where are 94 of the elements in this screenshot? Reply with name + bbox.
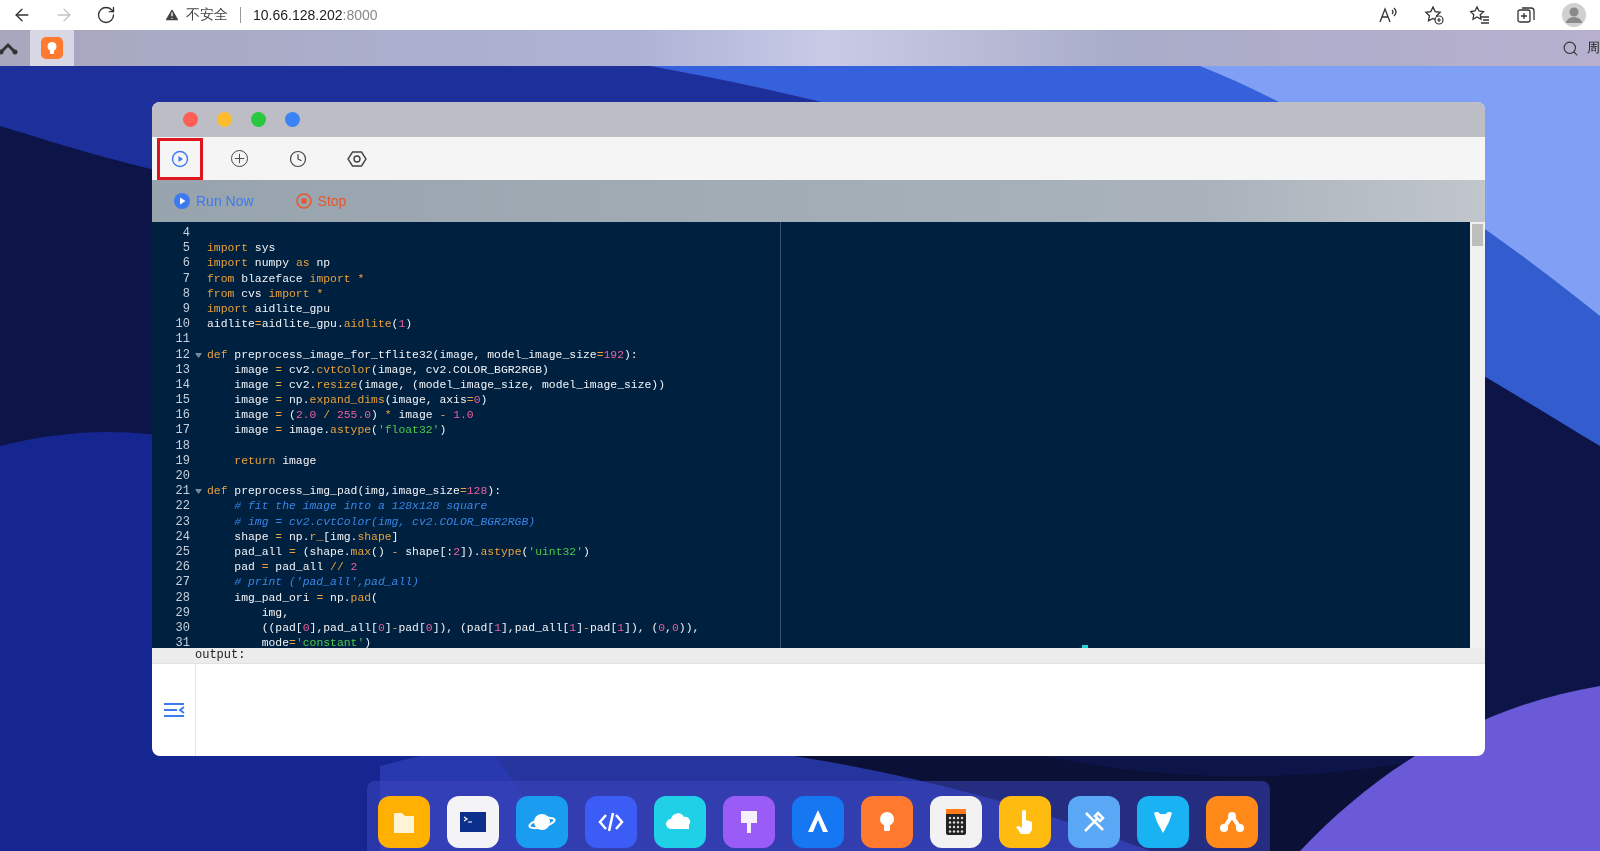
line-number: 4 (181, 226, 191, 242)
collapse-menu-icon[interactable] (162, 702, 185, 718)
line-number: 16 (174, 408, 191, 424)
app-logo-icon (0, 41, 18, 55)
scrollbar[interactable] (1470, 222, 1485, 648)
add-favorite-button[interactable] (1424, 5, 1444, 25)
line-number: 31 (174, 636, 191, 648)
code-line: aidlite=aidlite_gpu.aidlite(1) (207, 317, 413, 333)
code-editor[interactable] (152, 222, 1485, 648)
clock-icon (289, 149, 307, 168)
line-number: 8 (181, 286, 191, 302)
code-line: # img = cv2.cvtColor(img, cv2.COLOR_BGR2RGB) (233, 514, 536, 530)
app-icon[interactable] (1206, 796, 1258, 848)
line-number: 6 (181, 256, 191, 272)
code-line: pad_all = (shape.max() - shape[:2]).astype('uint32') (233, 544, 590, 560)
profile-avatar[interactable] (1562, 3, 1586, 27)
line-number: 17 (174, 423, 191, 439)
play-icon (174, 193, 190, 209)
line-number: 18 (174, 438, 191, 454)
browser-tab[interactable] (30, 30, 74, 66)
line-number: 26 (174, 560, 191, 576)
line-number: 11 (174, 332, 191, 348)
code-line: image = (2.0 / 255.0) * image - 1.0 (233, 408, 474, 424)
code-line: pad = pad_all // 2 (233, 560, 358, 576)
app-icon[interactable] (447, 796, 499, 848)
code-line: from cvs import * (207, 286, 324, 302)
line-number: 15 (174, 393, 191, 409)
code-line: def preprocess_image_for_tflite32(image, model_image_size=192): (207, 347, 638, 363)
app-icon[interactable] (585, 796, 637, 848)
code-line: shape = np.r_[img.shape] (233, 529, 399, 545)
line-number: 14 (174, 377, 191, 394)
line-number: 23 (174, 514, 191, 530)
line-number: 22 (174, 499, 191, 515)
code-line: image = cv2.cvtColor(image, cv2.COLOR_BGR2RGB) (233, 362, 549, 378)
run-tab[interactable] (157, 137, 203, 180)
line-number: 10 (174, 317, 191, 333)
app-icon[interactable] (999, 796, 1051, 848)
security-label: 不安全 (186, 6, 228, 24)
code-line: # print ('pad_all',pad_all) (233, 575, 419, 591)
code-line: import sys (207, 241, 276, 257)
output-label: output: (195, 648, 246, 663)
line-number: 24 (174, 529, 191, 545)
code-line: # fit the image into a 128x128 square (233, 499, 488, 515)
code-line: mode='constant') (260, 636, 372, 648)
code-line: ((pad[0],pad_all[0]-pad[0]), (pad[1],pad_all[1]-pad[1]), (0,0)), (260, 620, 700, 636)
settings-icon (347, 149, 367, 168)
line-number: 20 (174, 469, 191, 485)
reload-icon (96, 5, 116, 25)
run-now-button[interactable]: Run Now (174, 193, 254, 209)
warning-icon (164, 7, 180, 23)
code-line: image = np.expand_dims(image, axis=0) (233, 393, 488, 409)
search-icon[interactable] (1562, 39, 1579, 57)
line-number: 30 (174, 620, 191, 637)
collections-button[interactable] (1516, 5, 1536, 25)
app-icon[interactable] (1137, 796, 1189, 848)
play-icon (171, 149, 189, 168)
line-number: 7 (181, 271, 191, 287)
line-number: 28 (174, 590, 191, 606)
app-icon[interactable] (792, 796, 844, 848)
favorites-button[interactable] (1470, 5, 1490, 25)
code-line: image = cv2.resize(image, (model_image_size, model_image_size)) (233, 377, 665, 393)
line-number: 29 (174, 605, 191, 621)
app-icon[interactable] (516, 796, 568, 848)
line-number: 21 (152, 484, 204, 500)
code-line: import numpy as np (207, 256, 331, 272)
app-icon[interactable] (1068, 796, 1120, 848)
code-line: img_pad_ori = np.pad( (233, 590, 378, 606)
line-number: 5 (181, 241, 191, 257)
code-line: import aidlite_gpu (207, 301, 331, 317)
url-text: 10.66.128.202:8000 (253, 7, 378, 23)
app-icon[interactable] (723, 796, 775, 848)
code-line: img, (260, 605, 290, 621)
code-line: def preprocess_img_pad(img,image_size=128): (207, 484, 501, 500)
line-number: 19 (174, 453, 191, 469)
app-icon[interactable] (861, 796, 913, 848)
bulb-icon (41, 37, 63, 59)
line-number: 25 (174, 544, 191, 561)
code-line: from blazeface import * (207, 271, 365, 287)
line-number: 9 (181, 301, 191, 318)
stop-icon (295, 193, 312, 209)
fold-icon[interactable] (195, 352, 202, 358)
read-aloud-button[interactable] (1378, 6, 1398, 24)
stop-button[interactable]: Stop (295, 193, 347, 209)
app-icon[interactable] (930, 796, 982, 848)
fold-icon[interactable] (195, 489, 202, 495)
app-icon[interactable] (654, 796, 706, 848)
line-number: 12 (152, 347, 204, 363)
code-line: image = image.astype('float32') (233, 423, 447, 439)
code-line: return image (233, 453, 317, 469)
cursor-mark (1082, 645, 1088, 648)
day-label: 周 (1587, 39, 1600, 57)
line-number: 13 (174, 362, 191, 378)
line-number: 27 (174, 575, 191, 591)
app-icon[interactable] (378, 796, 430, 848)
